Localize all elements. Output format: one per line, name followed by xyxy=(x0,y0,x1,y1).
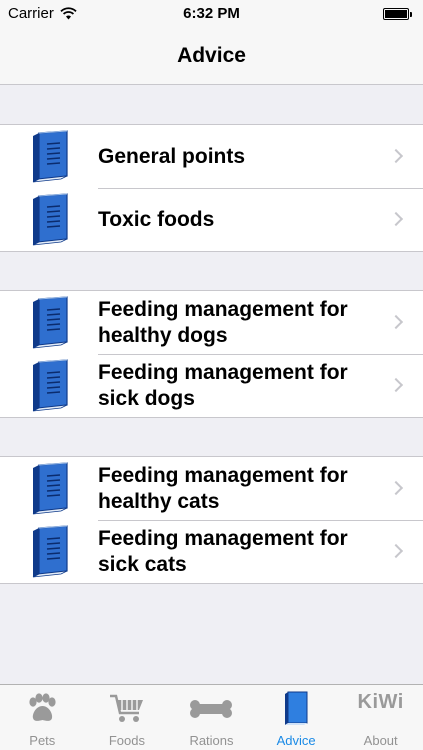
book-icon xyxy=(32,359,68,412)
book-icon xyxy=(32,193,68,246)
status-bar: Carrier 6:32 PM xyxy=(0,0,423,28)
list-item-label: Feeding management for sick cats xyxy=(98,527,348,576)
tab-advice[interactable]: Advice xyxy=(254,685,339,750)
list-item-healthy-dogs[interactable]: Feeding management for healthy dogs xyxy=(0,291,423,354)
tab-label: Advice xyxy=(276,733,316,748)
list-item-label: Feeding management for healthy dogs xyxy=(98,298,348,347)
list-item-label: Feeding management for healthy cats xyxy=(98,464,348,513)
tab-bar: Pets Foods Rations Advice KiWi About xyxy=(0,684,423,750)
section-cats: Feeding management for healthy cats Feed… xyxy=(0,456,423,584)
tab-rations[interactable]: Rations xyxy=(169,685,254,750)
book-icon xyxy=(285,691,308,725)
tab-label: Foods xyxy=(108,733,145,748)
chevron-right-icon xyxy=(388,480,404,495)
book-icon xyxy=(32,296,68,349)
list-item-sick-dogs[interactable]: Feeding management for sick dogs xyxy=(0,354,423,417)
chevron-right-icon xyxy=(388,377,404,392)
section-dogs: Feeding management for healthy dogs Feed… xyxy=(0,290,423,418)
chevron-right-icon xyxy=(388,543,404,558)
book-icon xyxy=(32,525,68,578)
tab-foods[interactable]: Foods xyxy=(85,685,170,750)
book-icon xyxy=(32,462,68,515)
chevron-right-icon xyxy=(388,314,404,329)
paw-icon xyxy=(29,693,56,721)
list-item-sick-cats[interactable]: Feeding management for sick cats xyxy=(0,520,423,583)
list-item-label: Toxic foods xyxy=(98,208,215,231)
tab-label: About xyxy=(363,733,398,748)
page-title: Advice xyxy=(177,44,246,67)
chevron-right-icon xyxy=(388,211,404,226)
list-item-healthy-cats[interactable]: Feeding management for healthy cats xyxy=(0,457,423,520)
battery-icon xyxy=(383,8,412,20)
status-time: 6:32 PM xyxy=(183,5,240,22)
advice-list: General points Toxic foods Feeding manag… xyxy=(0,86,423,584)
chevron-right-icon xyxy=(388,148,404,163)
tab-pets[interactable]: Pets xyxy=(0,685,85,750)
tab-about[interactable]: KiWi About xyxy=(338,685,423,750)
list-item-label: Feeding management for sick dogs xyxy=(98,361,348,410)
tab-label: Pets xyxy=(29,733,56,748)
kiwi-logo: KiWi xyxy=(357,691,404,713)
section-general: General points Toxic foods xyxy=(0,124,423,252)
list-item-label: General points xyxy=(98,145,246,168)
book-icon xyxy=(32,130,68,183)
tab-label: Rations xyxy=(189,733,234,748)
bone-icon xyxy=(190,700,233,718)
cart-icon xyxy=(109,694,143,722)
list-item-general-points[interactable]: General points xyxy=(0,125,423,188)
nav-bar: Advice xyxy=(0,28,423,85)
list-item-toxic-foods[interactable]: Toxic foods xyxy=(0,188,423,251)
